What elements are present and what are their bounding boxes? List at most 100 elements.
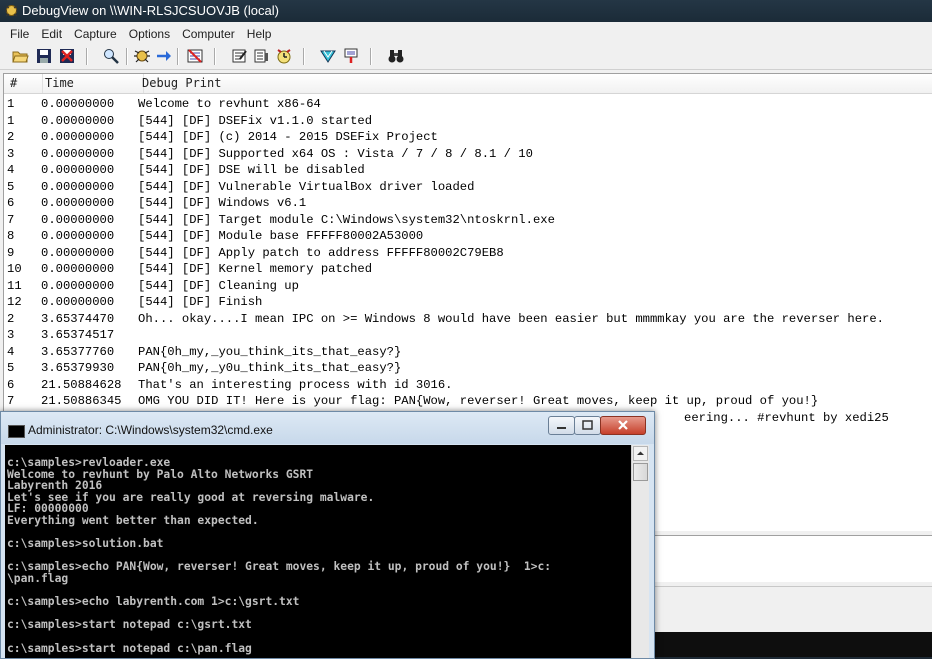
- capture-icon[interactable]: [133, 47, 151, 65]
- row-number: 6: [7, 377, 15, 392]
- find-icon[interactable]: [102, 47, 120, 65]
- save-icon[interactable]: [35, 47, 53, 65]
- row-number: 4: [7, 344, 15, 359]
- cmd-app-icon: [8, 425, 25, 438]
- row-number: 2: [7, 130, 15, 144]
- row-debug-print: PAN{0h_my,_you_think_its_that_easy?}: [138, 344, 402, 359]
- row-time: 0.00000000: [41, 245, 115, 260]
- console-line: c:\samples>echo PAN{Wow, reverser! Great…: [7, 560, 552, 574]
- open-icon[interactable]: [11, 47, 29, 65]
- minimize-button[interactable]: [548, 416, 575, 435]
- row-debug-print: [544] [DF] Supported x64 OS : Vista / 7 …: [138, 146, 533, 161]
- row-debug-print: [544] [DF] Apply patch to address FFFFF8…: [138, 245, 504, 260]
- cmd-console-output[interactable]: c:\samples>revloader.exe Welcome to revhu…: [5, 445, 631, 658]
- capture-kernel-icon[interactable]: [342, 47, 360, 65]
- menu-file[interactable]: File: [0, 24, 35, 44]
- clear-display-icon[interactable]: [186, 47, 204, 65]
- column-header-debug-print[interactable]: Debug Print: [136, 74, 221, 93]
- cmd-scrollbar[interactable]: [631, 445, 649, 658]
- row-time: 0.00000000: [41, 163, 115, 177]
- close-button[interactable]: [600, 416, 646, 435]
- debugview-lower-pane: [650, 535, 932, 582]
- menu-edit[interactable]: Edit: [35, 24, 68, 44]
- row-number: 6: [7, 196, 15, 210]
- background-strip: [650, 632, 932, 657]
- row-number: 1: [7, 113, 15, 128]
- debugview-app-icon: [5, 5, 18, 17]
- toolbar-separator: [214, 48, 216, 65]
- row-number: 11: [7, 278, 22, 293]
- console-line: c:\samples>echo labyrenth.com 1>c:\gsrt.…: [7, 595, 300, 609]
- scroll-up-button[interactable]: [633, 446, 648, 461]
- toolbar: [0, 45, 932, 70]
- row-time: 0.00000000: [41, 295, 115, 309]
- toolbar-separator: [86, 48, 88, 65]
- toolbar-separator: [370, 48, 372, 65]
- row-number: 7: [7, 394, 15, 408]
- close-icon: [618, 420, 628, 430]
- console-line: \pan.flag: [7, 572, 69, 585]
- menu-bar: File Edit Capture Options Computer Help: [0, 24, 932, 44]
- row-time: 3.65379930: [41, 361, 115, 375]
- row-time: 0.00000000: [41, 278, 115, 293]
- toolbar-separator: [126, 48, 128, 65]
- row-number: 2: [7, 311, 15, 326]
- row-time: 21.50886345: [41, 394, 122, 408]
- row-time: 0.00000000: [41, 146, 115, 161]
- console-line: c:\samples>revloader.exe: [7, 456, 171, 469]
- row-debug-print: [544] [DF] Finish: [138, 295, 263, 309]
- row-debug-print: Oh... okay....I mean IPC on >= Windows 8…: [138, 311, 884, 326]
- time-icon[interactable]: [319, 47, 337, 65]
- debugview-lower-pane-2: [650, 586, 932, 631]
- row-number: 9: [7, 245, 15, 260]
- autoscroll-icon[interactable]: [155, 47, 173, 65]
- console-line: c:\samples>start notepad c:\pan.flag: [7, 641, 252, 655]
- row-debug-print: That's an interesting process with id 30…: [138, 377, 453, 392]
- cmd-title-bar[interactable]: Administrator: C:\Windows\system32\cmd.e…: [1, 412, 654, 444]
- chevron-up-icon: [637, 451, 644, 455]
- console-line: c:\samples>start notepad c:\gsrt.txt: [7, 618, 252, 632]
- row-time: 0.00000000: [41, 229, 115, 243]
- row-debug-print: [544] [DF] Windows v6.1: [138, 196, 307, 210]
- filter-icon[interactable]: [230, 47, 248, 65]
- column-header-time[interactable]: Time: [37, 74, 144, 93]
- toolbar-separator: [303, 48, 305, 65]
- row-debug-print: [544] [DF] Target module C:\Windows\syst…: [138, 212, 555, 227]
- row-debug-print: OMG YOU DID IT! Here is your flag: PAN{W…: [138, 394, 819, 408]
- minimize-icon: [557, 427, 566, 429]
- row-debug-print: [544] [DF] Vulnerable VirtualBox driver …: [138, 179, 475, 194]
- row-time: 21.50884628: [41, 377, 122, 392]
- row-time: 3.65374517: [41, 328, 115, 342]
- row-debug-print: [544] [DF] Module base FFFFF80002A53000: [138, 229, 424, 243]
- toolbar-separator: [177, 48, 179, 65]
- row-debug-print: [544] [DF] DSEFix v1.1.0 started: [138, 113, 373, 128]
- row-time: 0.00000000: [41, 130, 115, 144]
- row-number: 4: [7, 163, 15, 177]
- row-time: 0.00000000: [41, 179, 115, 194]
- menu-help[interactable]: Help: [241, 24, 278, 44]
- maximize-icon: [582, 420, 593, 430]
- highlight-icon[interactable]: [252, 47, 270, 65]
- row-time: 0.00000000: [41, 113, 115, 128]
- binoculars-icon[interactable]: [387, 47, 405, 65]
- row-number: 8: [7, 229, 15, 243]
- row-time: 0.00000000: [41, 97, 115, 111]
- clear-icon[interactable]: [58, 47, 76, 65]
- menu-options[interactable]: Options: [123, 24, 176, 44]
- row-number: 3: [7, 328, 15, 342]
- row-number: 7: [7, 212, 15, 227]
- menu-capture[interactable]: Capture: [68, 24, 123, 44]
- history-icon[interactable]: [275, 47, 293, 65]
- row-debug-print: [544] [DF] (c) 2014 - 2015 DSEFix Projec…: [138, 130, 438, 144]
- row-number: 12: [7, 295, 22, 309]
- row-time: 0.00000000: [41, 196, 115, 210]
- console-line: Everything went better than expected.: [7, 514, 259, 527]
- maximize-button[interactable]: [574, 416, 601, 435]
- menu-computer[interactable]: Computer: [176, 24, 241, 44]
- row-time: 0.00000000: [41, 262, 115, 276]
- row-time: 3.65377760: [41, 344, 115, 359]
- column-header: # Time Debug Print: [4, 74, 932, 94]
- row-debug-print: Welcome to revhunt x86-64: [138, 97, 321, 111]
- scroll-thumb[interactable]: [633, 463, 648, 481]
- debugview-title-bar[interactable]: DebugView on \\WIN-RLSJCSUOVJB (local): [0, 0, 932, 22]
